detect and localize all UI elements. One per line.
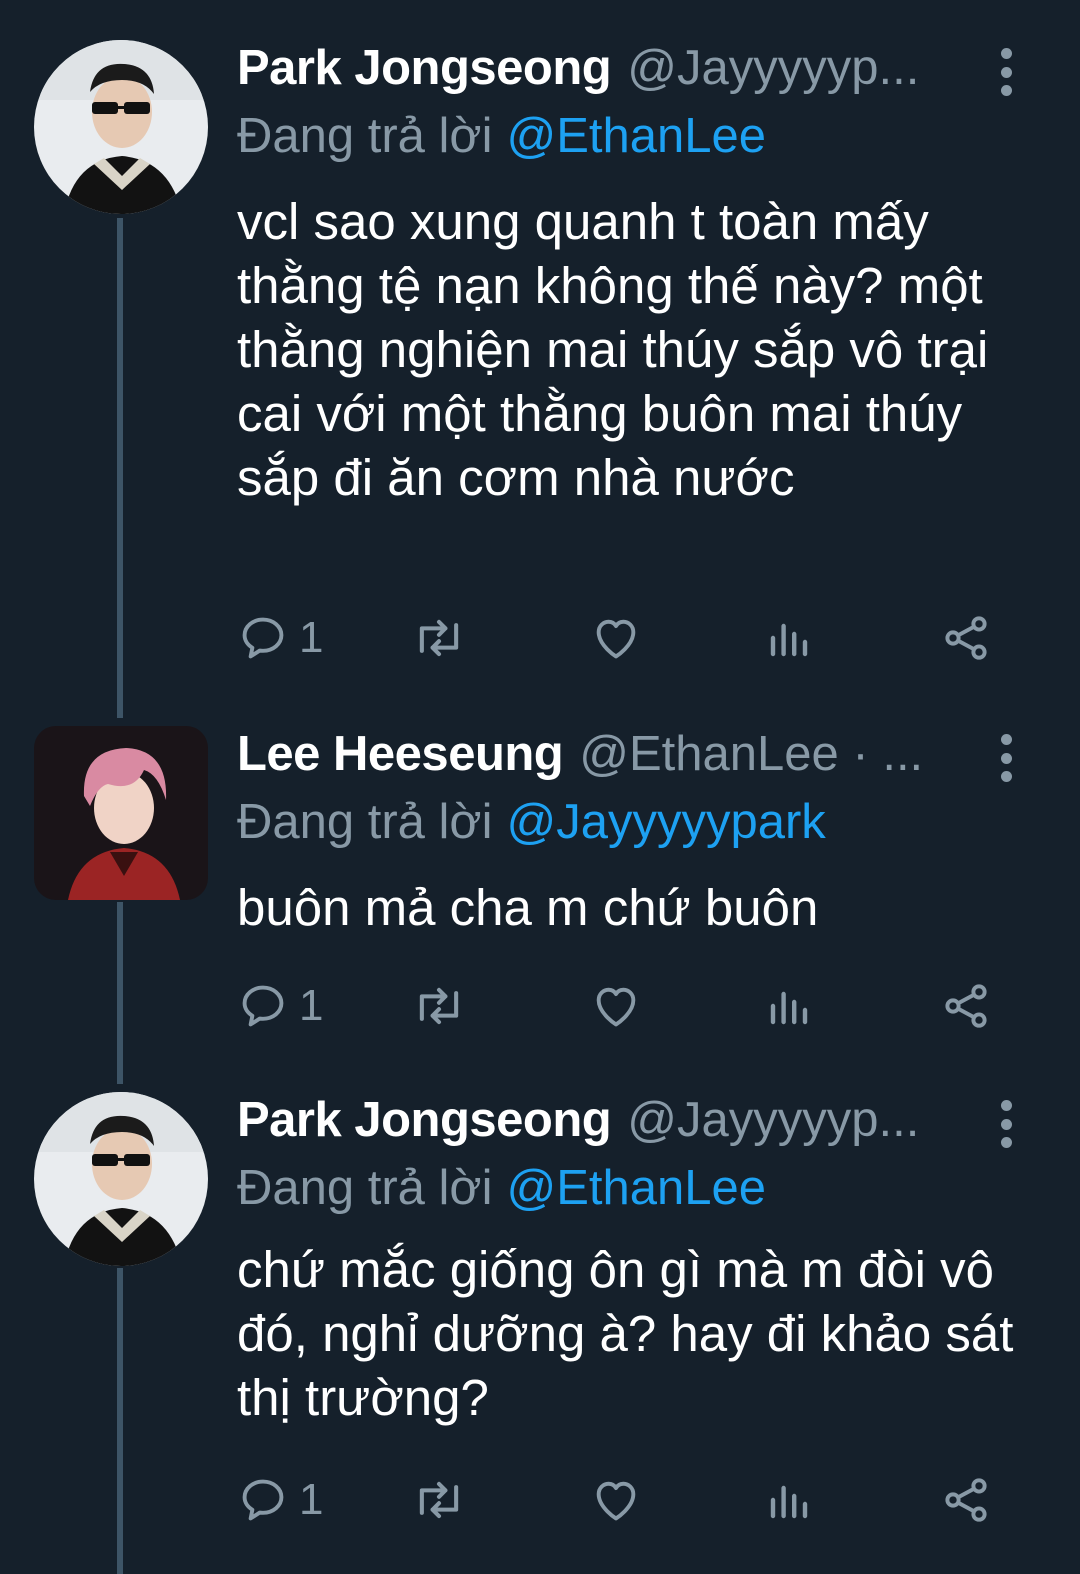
avatar[interactable] (34, 40, 208, 214)
tweet-header: Park Jongseong @Jayyyyyp... (237, 1092, 967, 1162)
analytics-icon (770, 991, 808, 1025)
tweet-header: Park Jongseong @Jayyyyyp... (237, 40, 967, 110)
share-icon (945, 616, 987, 660)
replying-to: Đang trả lời @EthanLee (237, 1160, 766, 1216)
share-icon (945, 1478, 987, 1522)
reply-count: 1 (299, 981, 324, 1030)
analytics-icon (770, 1485, 808, 1519)
reply-button[interactable]: 1 (237, 608, 323, 668)
retweet-button[interactable] (409, 608, 469, 668)
user-handle[interactable]: @Jayyyyyp... (627, 40, 919, 96)
heart-icon (596, 987, 636, 1027)
like-button[interactable] (589, 608, 643, 668)
retweet-button[interactable] (409, 1470, 469, 1530)
replying-to-label: Đang trả lời (237, 1161, 493, 1215)
analytics-button[interactable] (765, 1470, 813, 1530)
share-button[interactable] (939, 608, 993, 668)
analytics-button[interactable] (765, 608, 813, 668)
more-options-icon[interactable] (988, 728, 1024, 788)
reply-icon (242, 985, 284, 1027)
action-bar: 1 (237, 608, 997, 668)
analytics-button[interactable] (765, 976, 813, 1036)
reply-button[interactable]: 1 (237, 976, 323, 1036)
user-handle[interactable]: @EthanLee · ... (579, 726, 923, 782)
reply-count: 1 (299, 1475, 324, 1524)
retweet-icon (419, 619, 459, 657)
more-options-icon[interactable] (988, 42, 1024, 102)
more-options-icon[interactable] (988, 1094, 1024, 1154)
reply-button[interactable]: 1 (237, 1470, 323, 1530)
action-bar: 1 (237, 1470, 997, 1530)
share-button[interactable] (939, 1470, 993, 1530)
tweet-text: buôn mả cha m chứ buôn (237, 879, 819, 936)
retweet-button[interactable] (409, 976, 469, 1036)
replying-to: Đang trả lời @Jayyyyypark (237, 794, 826, 850)
avatar[interactable] (34, 726, 208, 900)
retweet-icon (419, 987, 459, 1025)
reply-icon (242, 1479, 284, 1521)
like-button[interactable] (589, 976, 643, 1036)
replying-to: Đang trả lời @EthanLee (237, 108, 766, 164)
display-name[interactable]: Park Jongseong (237, 1092, 612, 1148)
reply-count: 1 (299, 613, 324, 662)
display-name[interactable]: Lee Heeseung (237, 726, 564, 782)
tweet-header: Lee Heeseung @EthanLee · ... (237, 726, 967, 796)
replying-to-label: Đang trả lời (237, 109, 493, 163)
share-icon (945, 984, 987, 1028)
user-handle[interactable]: @Jayyyyyp... (627, 1092, 919, 1148)
display-name[interactable]: Park Jongseong (237, 40, 612, 96)
thread-line-2 (117, 902, 123, 1084)
thread-line-3 (117, 1268, 123, 1574)
retweet-icon (419, 1481, 459, 1519)
like-button[interactable] (589, 1470, 643, 1530)
thread-line-1 (117, 218, 123, 718)
heart-icon (596, 1481, 636, 1521)
mention-link[interactable]: @EthanLee (506, 109, 766, 163)
analytics-icon (770, 623, 808, 657)
action-bar: 1 (237, 976, 997, 1036)
heart-icon (596, 619, 636, 659)
tweet-text: chứ mắc giống ôn gì mà m đòi vô đó, nghỉ… (237, 1241, 1014, 1426)
replying-to-label: Đang trả lời (237, 795, 493, 849)
avatar[interactable] (34, 1092, 208, 1266)
share-button[interactable] (939, 976, 993, 1036)
mention-link[interactable]: @Jayyyyypark (506, 795, 825, 849)
reply-icon (242, 617, 284, 659)
mention-link[interactable]: @EthanLee (506, 1161, 766, 1215)
tweet-text: vcl sao xung quanh t toàn mấy thằng tệ n… (237, 193, 989, 506)
